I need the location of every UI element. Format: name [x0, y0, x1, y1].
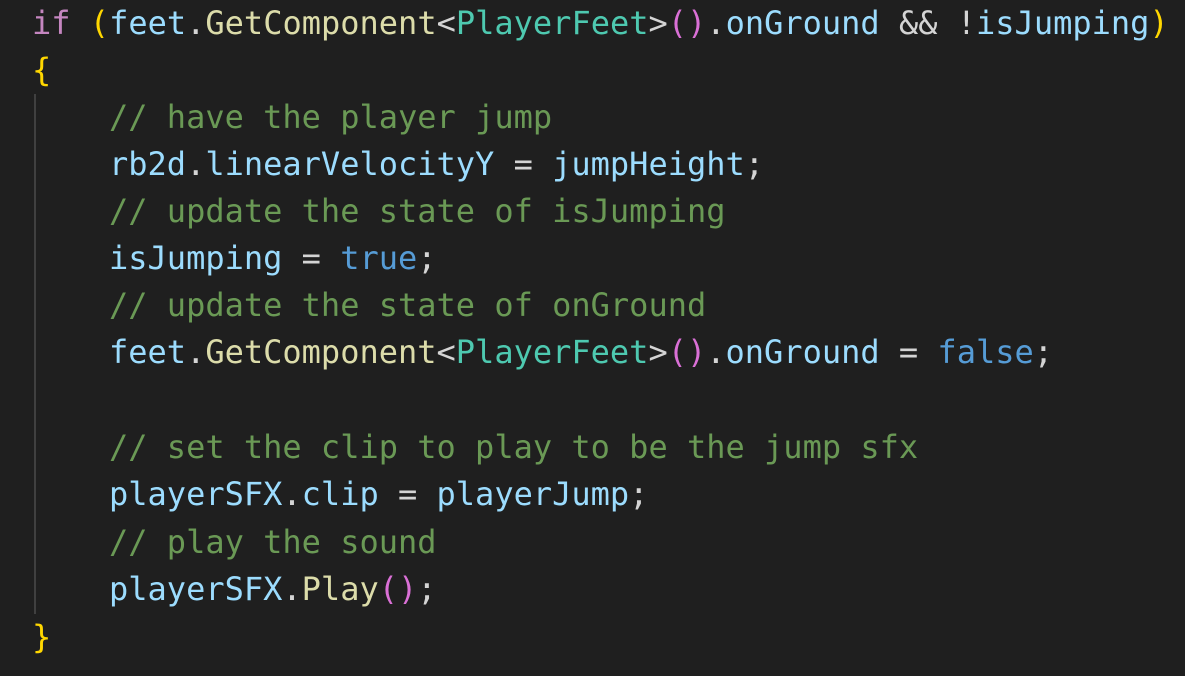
- code-editor[interactable]: if (feet.GetComponent<PlayerFeet>().onGr…: [0, 0, 1185, 676]
- code-line-11[interactable]: playerSFX.clip = playerJump;: [32, 471, 1185, 518]
- dot: .: [186, 145, 206, 183]
- call-parens: (): [378, 570, 418, 608]
- paren-open: (: [89, 4, 110, 42]
- identifier-on-ground: onGround: [725, 333, 880, 371]
- code-line-3[interactable]: // have the player jump: [32, 94, 1185, 141]
- keyword-if: if: [32, 4, 71, 42]
- comment: // update the state of isJumping: [109, 192, 726, 230]
- generic-close: >: [648, 4, 668, 42]
- code-line-14[interactable]: }: [32, 614, 1182, 661]
- code-line-8[interactable]: feet.GetComponent<PlayerFeet>().onGround…: [32, 329, 1185, 376]
- semicolon: ;: [744, 145, 765, 183]
- method-get-component: GetComponent: [205, 4, 437, 42]
- identifier-rb2d: rb2d: [109, 145, 187, 183]
- semicolon: ;: [417, 570, 437, 608]
- identifier-player-sfx: playerSFX: [109, 475, 283, 513]
- generic-open: <: [436, 333, 456, 371]
- code-line-10[interactable]: // set the clip to play to be the jump s…: [32, 424, 1185, 471]
- operator-assign: =: [282, 239, 341, 277]
- brace-open: {: [32, 51, 52, 89]
- dot: .: [186, 333, 206, 371]
- semicolon: ;: [417, 239, 437, 277]
- semicolon: ;: [629, 475, 649, 513]
- comment: // play the sound: [109, 523, 437, 561]
- dot: .: [706, 4, 726, 42]
- identifier-feet: feet: [109, 333, 187, 371]
- generic-open: <: [436, 4, 456, 42]
- literal-false: false: [937, 333, 1034, 371]
- code-line-7[interactable]: // update the state of onGround: [32, 282, 1185, 329]
- brace-close: }: [32, 618, 52, 656]
- generic-close: >: [648, 333, 668, 371]
- code-line-5[interactable]: // update the state of isJumping: [32, 188, 1185, 235]
- identifier-clip: clip: [301, 475, 379, 513]
- code-line-6[interactable]: isJumping = true;: [32, 235, 1185, 282]
- identifier-jump-height: jumpHeight: [552, 145, 745, 183]
- identifier-is-jumping: isJumping: [976, 4, 1150, 42]
- operator-assign: =: [378, 475, 437, 513]
- identifier-feet: feet: [109, 4, 187, 42]
- dot: .: [282, 475, 302, 513]
- call-parens: (): [667, 333, 707, 371]
- identifier-linear-velocity-y: linearVelocityY: [205, 145, 495, 183]
- type-player-feet: PlayerFeet: [455, 4, 649, 42]
- comment: // set the clip to play to be the jump s…: [109, 428, 919, 466]
- literal-true: true: [340, 239, 418, 277]
- operator-assign: =: [879, 333, 938, 371]
- identifier-on-ground: onGround: [725, 4, 880, 42]
- operator-and-not: && !: [879, 4, 977, 42]
- comment: // have the player jump: [109, 98, 553, 136]
- paren-close: ): [1149, 4, 1169, 42]
- method-get-component: GetComponent: [205, 333, 437, 371]
- code-line-4[interactable]: rb2d.linearVelocityY = jumpHeight;: [32, 141, 1185, 188]
- call-parens: (): [667, 4, 707, 42]
- code-line-12[interactable]: // play the sound: [32, 519, 1185, 566]
- identifier-player-sfx: playerSFX: [109, 570, 283, 608]
- dot: .: [706, 333, 726, 371]
- type-player-feet: PlayerFeet: [455, 333, 649, 371]
- operator-assign: =: [494, 145, 553, 183]
- dot: .: [282, 570, 302, 608]
- code-line-2[interactable]: {: [32, 47, 1182, 94]
- code-line-1[interactable]: if (feet.GetComponent<PlayerFeet>().onGr…: [32, 0, 1182, 47]
- method-play: Play: [301, 570, 379, 608]
- identifier-is-jumping: isJumping: [109, 239, 283, 277]
- dot: .: [186, 4, 206, 42]
- comment: // update the state of onGround: [109, 286, 707, 324]
- semicolon: ;: [1033, 333, 1054, 371]
- code-line-13[interactable]: playerSFX.Play();: [32, 566, 1185, 613]
- identifier-player-jump: playerJump: [436, 475, 630, 513]
- code-line-9-blank[interactable]: [32, 376, 1185, 423]
